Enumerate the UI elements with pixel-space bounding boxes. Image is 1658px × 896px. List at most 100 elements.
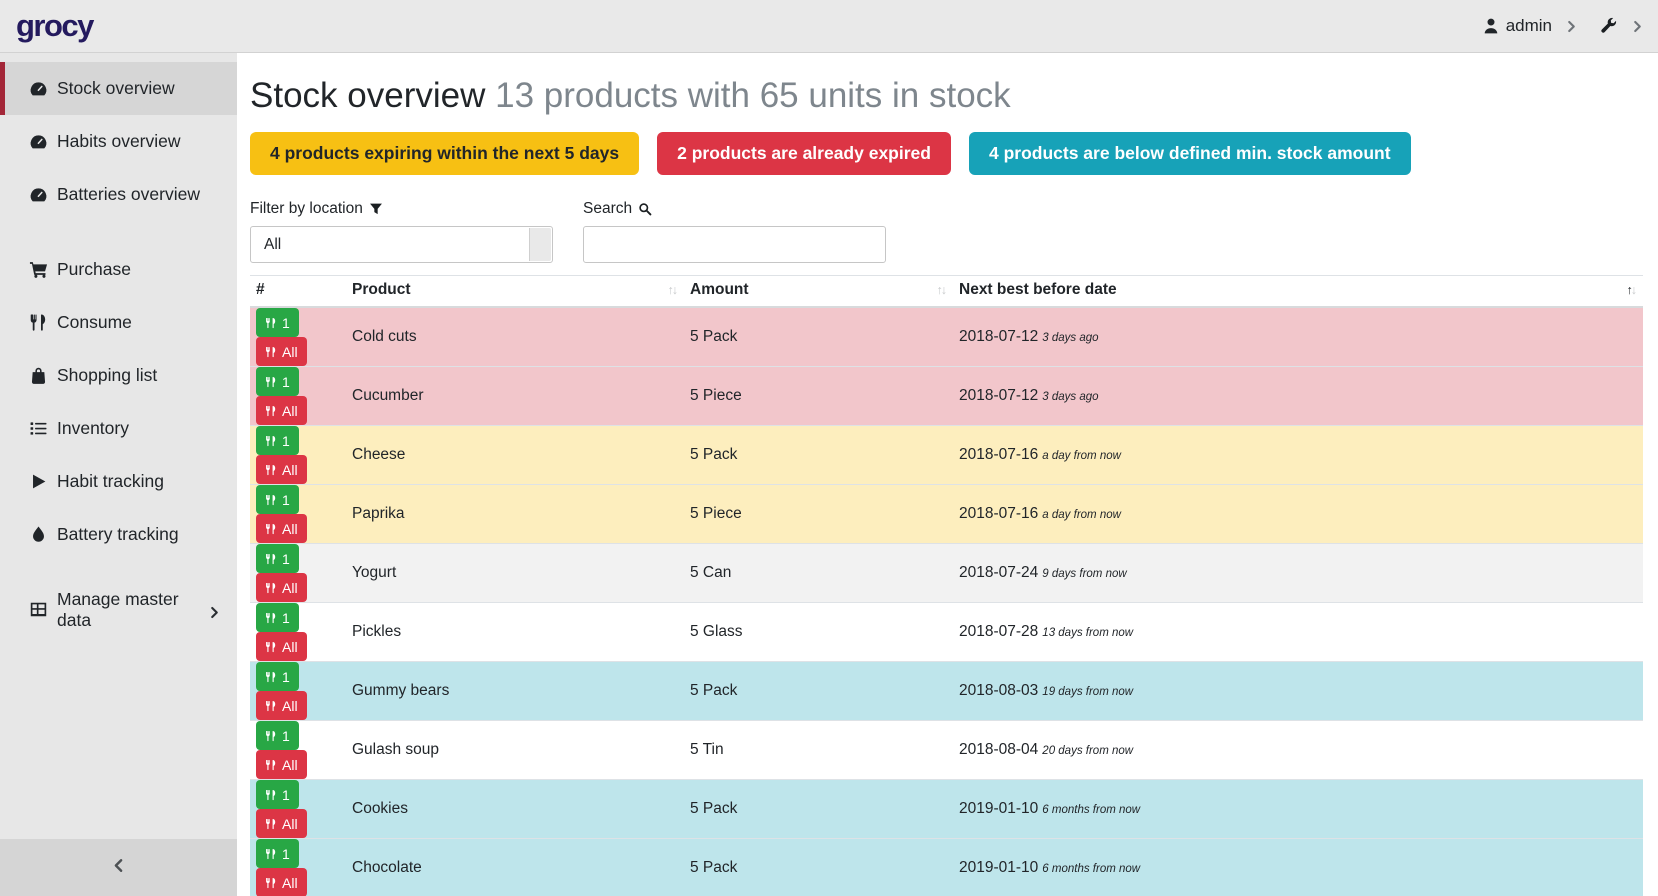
product-name: Paprika (346, 485, 684, 544)
sidebar-item-habit-tracking[interactable]: Habit tracking (0, 455, 237, 508)
product-name: Pickles (346, 603, 684, 662)
column-header-date-text: Next best before date (959, 281, 1117, 298)
sidebar-item-habits-overview[interactable]: Habits overview (0, 115, 237, 168)
best-before-date: 2018-07-249 days from now (953, 544, 1643, 603)
filter-row: Filter by location All Search (250, 200, 1643, 263)
column-header-amount[interactable]: Amount↑↓ (684, 276, 953, 308)
date-value: 2018-08-03 (959, 682, 1038, 699)
tachometer-icon (29, 79, 48, 98)
list-icon (29, 419, 48, 438)
sidebar-collapse-button[interactable] (0, 839, 237, 896)
topbar-right: admin (1482, 16, 1644, 36)
consume-one-button[interactable]: 1 (256, 839, 299, 868)
date-value: 2019-01-10 (959, 859, 1038, 876)
droplet-icon (29, 525, 48, 544)
table-row: 1All Cookies 5 Pack 2019-01-106 months f… (250, 780, 1643, 839)
row-actions-cell: 1All (250, 780, 346, 839)
consume-all-label: All (282, 403, 298, 419)
consume-all-label: All (282, 698, 298, 714)
utensils-icon (265, 523, 277, 535)
filter-icon (369, 202, 383, 216)
utensils-icon (265, 317, 277, 329)
chevron-right-icon[interactable] (1631, 20, 1644, 33)
table-row: 1All Gulash soup 5 Tin 2018-08-0420 days… (250, 721, 1643, 780)
consume-one-label: 1 (282, 492, 290, 508)
cart-icon (29, 260, 48, 279)
consume-one-button[interactable]: 1 (256, 603, 299, 632)
consume-one-button[interactable]: 1 (256, 308, 299, 337)
main-layout: Stock overview Habits overview Batteries… (0, 52, 1658, 896)
page-title-text: Stock overview (250, 76, 485, 115)
table-row: 1All Paprika 5 Piece 2018-07-16a day fro… (250, 485, 1643, 544)
table-row: 1All Pickles 5 Glass 2018-07-2813 days f… (250, 603, 1643, 662)
sidebar-item-inventory[interactable]: Inventory (0, 402, 237, 455)
table-row: 1All Yogurt 5 Can 2018-07-249 days from … (250, 544, 1643, 603)
consume-one-button[interactable]: 1 (256, 367, 299, 396)
table-row: 1All Cucumber 5 Piece 2018-07-123 days a… (250, 367, 1643, 426)
consume-all-button[interactable]: All (256, 573, 307, 602)
search-input[interactable] (583, 226, 886, 263)
utensils-icon (265, 346, 277, 358)
sidebar-item-shopping-list[interactable]: Shopping list (0, 349, 237, 402)
consume-all-button[interactable]: All (256, 691, 307, 720)
chevron-right-icon[interactable] (1565, 20, 1578, 33)
utensils-icon (265, 582, 277, 594)
amount: 5 Can (684, 544, 953, 603)
utensils-icon (265, 641, 277, 653)
consume-one-button[interactable]: 1 (256, 662, 299, 691)
user-menu[interactable]: admin (1506, 16, 1552, 36)
sidebar-item-label: Manage master data (57, 589, 208, 631)
row-actions-cell: 1 All (250, 485, 346, 544)
content: Stock overview 13 products with 65 units… (237, 53, 1658, 896)
column-header-amount-text: Amount (690, 281, 749, 298)
consume-one-label: 1 (282, 374, 290, 390)
consume-one-button[interactable]: 1 (256, 426, 299, 455)
consume-all-button[interactable]: All (256, 455, 307, 484)
stock-table: # Product↑↓ Amount↑↓ Next best before da… (250, 275, 1643, 896)
consume-all-button[interactable]: All (256, 750, 307, 779)
consume-all-label: All (282, 757, 298, 773)
date-value: 2018-07-28 (959, 623, 1038, 640)
product-name: Cookies (346, 780, 684, 839)
date-relative: a day from now (1042, 509, 1121, 521)
consume-all-button[interactable]: All (256, 337, 307, 366)
consume-all-button[interactable]: All (256, 514, 307, 543)
utensils-icon (29, 313, 48, 332)
utensils-icon (265, 405, 277, 417)
amount: 5 Glass (684, 603, 953, 662)
consume-all-button[interactable]: All (256, 868, 307, 896)
column-header-product[interactable]: Product↑↓ (346, 276, 684, 308)
utensils-icon (265, 818, 277, 830)
sidebar-item-manage-master-data[interactable]: Manage master data (0, 583, 237, 636)
consume-one-button[interactable]: 1 (256, 485, 299, 514)
date-value: 2018-07-16 (959, 505, 1038, 522)
amount: 5 Pack (684, 307, 953, 367)
amount: 5 Piece (684, 367, 953, 426)
sidebar-item-batteries-overview[interactable]: Batteries overview (0, 168, 237, 221)
location-select[interactable]: All (250, 226, 553, 263)
consume-one-button[interactable]: 1 (256, 780, 299, 809)
location-select-value: All (251, 236, 528, 254)
column-header-best-before-date[interactable]: Next best before date↑↓ (953, 276, 1643, 308)
badge-danger: 2 products are already expired (657, 132, 951, 175)
consume-all-button[interactable]: All (256, 809, 307, 838)
amount: 5 Pack (684, 839, 953, 896)
chevron-left-icon (111, 858, 126, 878)
consume-all-button[interactable]: All (256, 632, 307, 661)
consume-all-label: All (282, 875, 298, 891)
consume-one-button[interactable]: 1 (256, 544, 299, 573)
sidebar-item-purchase[interactable]: Purchase (0, 243, 237, 296)
date-value: 2018-07-24 (959, 564, 1038, 581)
date-relative: 3 days ago (1042, 391, 1098, 403)
product-name: Cucumber (346, 367, 684, 426)
column-header-number: # (250, 276, 346, 308)
sidebar-item-label: Shopping list (57, 365, 157, 386)
sidebar-item-consume[interactable]: Consume (0, 296, 237, 349)
consume-all-button[interactable]: All (256, 396, 307, 425)
sidebar-item-stock-overview[interactable]: Stock overview (0, 62, 237, 115)
consume-one-label: 1 (282, 315, 290, 331)
consume-one-label: 1 (282, 551, 290, 567)
consume-one-button[interactable]: 1 (256, 721, 299, 750)
wrench-icon[interactable] (1600, 17, 1618, 35)
sidebar-item-battery-tracking[interactable]: Battery tracking (0, 508, 237, 561)
